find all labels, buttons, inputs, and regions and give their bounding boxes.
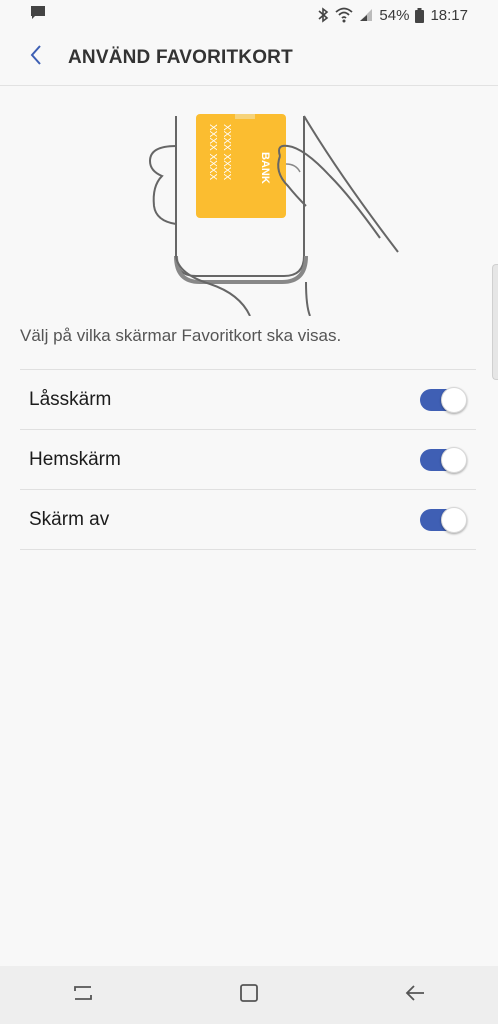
status-bar: 54% 18:17 bbox=[0, 0, 498, 30]
edge-panel-handle[interactable] bbox=[492, 264, 498, 380]
navigation-bar bbox=[0, 966, 498, 1024]
status-right: 54% 18:17 bbox=[317, 7, 468, 24]
home-icon bbox=[238, 982, 260, 1009]
screen: 54% 18:17 ANVÄND FAVORITKORT XXXX XXXX X… bbox=[0, 0, 498, 1024]
setting-row-lock-screen[interactable]: Låsskärm bbox=[20, 370, 476, 430]
wifi-icon bbox=[335, 7, 354, 23]
back-nav-button[interactable] bbox=[385, 971, 445, 1019]
status-left bbox=[30, 5, 46, 25]
setting-row-home-screen[interactable]: Hemskärm bbox=[20, 430, 476, 490]
phone-hand-illustration: XXXX XXXX XXXX XXXX BANK bbox=[140, 106, 410, 317]
clock: 18:17 bbox=[430, 6, 468, 24]
description-text: Välj på vilka skärmar Favoritkort ska vi… bbox=[20, 326, 342, 345]
page-title: ANVÄND FAVORITKORT bbox=[68, 46, 293, 68]
back-button[interactable] bbox=[12, 34, 60, 82]
setting-label: Hemskärm bbox=[29, 448, 121, 470]
setting-label: Skärm av bbox=[29, 508, 110, 530]
card-number-row-1: XXXX XXXX bbox=[207, 124, 218, 180]
home-screen-toggle[interactable] bbox=[420, 446, 467, 473]
home-button[interactable] bbox=[219, 971, 279, 1019]
card-brand: BANK bbox=[259, 152, 271, 184]
settings-list: Låsskärm Hemskärm Skärm av bbox=[20, 369, 476, 550]
battery-icon bbox=[415, 7, 425, 23]
card-number-row-2: XXXX XXXX bbox=[221, 124, 232, 180]
lock-screen-toggle[interactable] bbox=[420, 386, 467, 413]
app-bar: ANVÄND FAVORITKORT bbox=[0, 30, 498, 86]
signal-icon bbox=[359, 8, 373, 22]
toggle-knob bbox=[441, 506, 467, 533]
back-icon bbox=[404, 983, 426, 1008]
setting-label: Låsskärm bbox=[29, 388, 112, 410]
chevron-left-icon bbox=[29, 44, 43, 71]
screen-off-toggle[interactable] bbox=[420, 506, 467, 533]
toggle-knob bbox=[441, 386, 467, 413]
recent-apps-button[interactable] bbox=[53, 971, 113, 1019]
chat-notification-icon bbox=[30, 5, 46, 25]
setting-row-screen-off[interactable]: Skärm av bbox=[20, 490, 476, 550]
recent-apps-icon bbox=[72, 983, 94, 1008]
battery-percent: 54% bbox=[379, 6, 410, 24]
toggle-knob bbox=[441, 446, 467, 473]
bluetooth-icon bbox=[317, 7, 329, 23]
